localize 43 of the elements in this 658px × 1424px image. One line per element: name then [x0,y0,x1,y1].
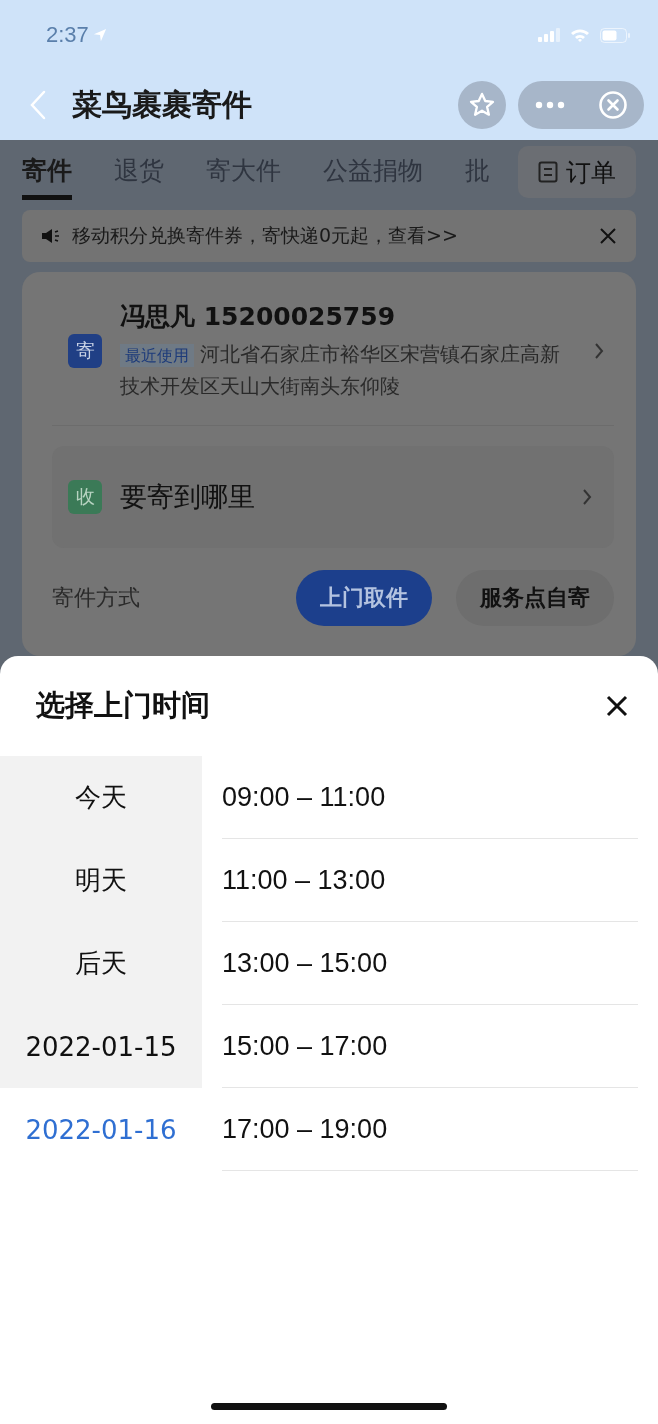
dismiss-button[interactable] [600,228,616,244]
sender-address: 最近使用 河北省石家庄市裕华区宋营镇石家庄高新技术开发区天山大街南头东仰陵 [120,341,561,400]
back-icon [30,90,46,120]
close-icon [600,228,616,244]
signal-icon [538,28,560,42]
date-option[interactable]: 后天 [0,922,202,1005]
tab[interactable]: 寄件 [22,148,72,200]
close-icon [606,695,628,717]
back-button[interactable] [30,90,46,120]
location-arrow-icon [92,28,107,42]
method-option[interactable]: 上门取件 [296,570,432,626]
favorite-button[interactable] [458,81,506,129]
time-slot[interactable]: 11:00 – 13:00 [222,839,638,922]
date-option[interactable]: 今天 [0,756,202,839]
chevron-icon [582,488,592,506]
page-title: 菜鸟裹裹寄件 [72,85,253,124]
sender-name: 冯思凡 15200025759 [120,301,397,333]
method-option[interactable]: 服务点自寄 [456,570,614,626]
time-slot[interactable]: 17:00 – 19:00 [222,1088,638,1171]
battery-icon [600,27,630,43]
time-slot[interactable]: 15:00 – 17:00 [222,1005,638,1088]
orders-button[interactable]: 订单 [518,146,636,198]
time-slot[interactable]: 09:00 – 11:00 [222,756,638,839]
receiver-row[interactable]: 收 要寄到哪里 [52,446,614,548]
list-icon [538,161,558,183]
notice-text[interactable]: 移动积分兑换寄件券，寄快递0元起，查看>> [72,223,590,249]
receiver-badge: 收 [68,480,102,514]
date-option[interactable]: 2022-01-15 [0,1005,202,1088]
time-slot[interactable]: 13:00 – 15:00 [222,922,638,1005]
close-button[interactable] [606,695,628,717]
star-icon [468,91,496,119]
speaker-icon [40,227,62,245]
sender-row[interactable]: 寄 冯思凡 15200025759 最近使用 河北省石家庄市裕华区宋营镇石家庄高新技术开发区天山大街南头东仰陵 [52,292,614,426]
close-icon [597,90,628,120]
sender-badge: 寄 [68,333,102,368]
sheet-title: 选择上门时间 [36,687,210,724]
method-label: 寄件方式 [52,584,141,612]
receiver-prompt: 要寄到哪里 [120,480,256,514]
status-time: 2:37 [46,22,89,48]
wifi-icon [570,28,590,42]
chevron-icon [594,341,604,360]
date-option[interactable]: 明天 [0,839,202,922]
more-icon [534,101,565,109]
